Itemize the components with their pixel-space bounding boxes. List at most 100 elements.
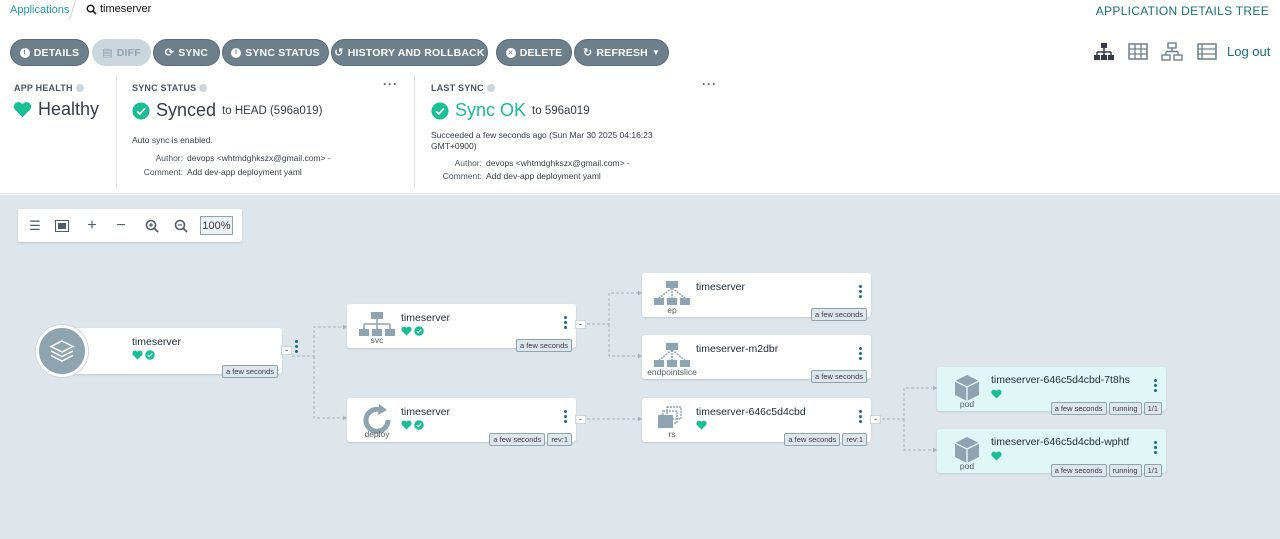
sync-status-value-row: Synced to HEAD (596a019) bbox=[132, 100, 322, 121]
check-circle-icon bbox=[132, 101, 150, 120]
health-icons bbox=[991, 389, 1002, 399]
check-circle-icon bbox=[414, 420, 424, 430]
help-icon[interactable] bbox=[486, 84, 495, 92]
author-label: Author: bbox=[155, 153, 183, 163]
collapse-toggle[interactable]: - bbox=[281, 346, 292, 355]
ep-node[interactable]: ep timeserver a few seconds bbox=[642, 273, 871, 321]
heart-icon bbox=[991, 389, 1002, 399]
node-name: timeserver-646c5d4cbd-7t8hs bbox=[991, 374, 1130, 386]
age-tag: a few seconds bbox=[784, 433, 841, 446]
sync-button[interactable]: ⟳ SYNC bbox=[153, 39, 220, 66]
app-root-node[interactable]: timeserver a few seconds - bbox=[36, 325, 298, 378]
revision-tag: rev:1 bbox=[842, 433, 867, 446]
node-menu-icon[interactable] bbox=[564, 410, 568, 423]
node-tags: a few seconds bbox=[516, 339, 572, 352]
history-rollback-button[interactable]: ↺ HISTORY AND ROLLBACK bbox=[331, 39, 488, 66]
node-menu-icon[interactable] bbox=[1154, 441, 1158, 454]
heart-icon bbox=[696, 420, 707, 430]
network-view-icon[interactable] bbox=[1161, 42, 1183, 62]
search-icon bbox=[86, 4, 97, 15]
node-kind: svc bbox=[370, 335, 384, 345]
age-tag: a few seconds bbox=[811, 308, 867, 321]
node-name: timeserver bbox=[696, 281, 746, 293]
toolbar: i DETAILS ▤ DIFF ⟳ SYNC i SYNC STATUS ↺ HISTO… bbox=[0, 37, 1280, 67]
more-options-icon[interactable]: ··· bbox=[702, 77, 717, 91]
caret-down-icon: ▼ bbox=[651, 48, 661, 57]
app-health-title-text: APP HEALTH bbox=[14, 83, 73, 93]
health-sync-icons bbox=[132, 350, 155, 360]
more-options-icon[interactable]: ··· bbox=[383, 77, 398, 91]
tree-view-icon[interactable] bbox=[1093, 42, 1115, 62]
collapse-toggle[interactable]: - bbox=[870, 415, 881, 424]
node-menu-icon[interactable] bbox=[859, 347, 863, 360]
refresh-icon: ↻ bbox=[582, 47, 593, 59]
pod-node[interactable]: pod timeserver-646c5d4cbd-7t8hs a few se… bbox=[937, 367, 1166, 415]
logout-link[interactable]: Log out bbox=[1227, 44, 1270, 59]
sync-author-row: Author: devops <whtmdghkszx@gmail.com> - bbox=[129, 153, 331, 163]
comment-label: Comment: bbox=[442, 171, 482, 181]
age-tag: a few seconds bbox=[1050, 402, 1107, 415]
node-kind: endpointslice bbox=[647, 367, 697, 377]
node-name: timeserver-m2dbr bbox=[696, 343, 779, 355]
help-icon[interactable] bbox=[199, 84, 208, 92]
node-menu-icon[interactable] bbox=[859, 285, 863, 298]
node-tags: a few seconds bbox=[811, 370, 867, 383]
node-menu-icon[interactable] bbox=[564, 316, 568, 329]
node-menu-icon[interactable] bbox=[295, 340, 299, 353]
details-label: DETAILS bbox=[33, 46, 80, 59]
breadcrumb-divider bbox=[68, 0, 77, 20]
refresh-label: REFRESH bbox=[596, 46, 648, 59]
node-name: timeserver bbox=[401, 406, 451, 418]
app-node-card[interactable]: timeserver a few seconds bbox=[62, 328, 298, 378]
last-sync-title: LAST SYNC bbox=[431, 83, 495, 93]
info-icon: i bbox=[19, 47, 30, 58]
rs-node[interactable]: rs timeserver-646c5d4cbd a few seconds re… bbox=[642, 398, 881, 446]
top-bar: Applications timeserver APPLICATION DETA… bbox=[0, 0, 1280, 22]
collapse-toggle[interactable]: - bbox=[575, 415, 586, 424]
last-comment-row: Comment: Add dev-app deployment yaml bbox=[428, 171, 601, 181]
refresh-button[interactable]: ↻ REFRESH ▼ bbox=[574, 39, 669, 66]
pods-view-icon[interactable] bbox=[1127, 42, 1149, 62]
check-circle-icon bbox=[431, 101, 449, 120]
details-button[interactable]: i DETAILS bbox=[10, 39, 89, 66]
resource-tree-canvas[interactable]: ☰ + − 100% timeserver a few seconds - sv… bbox=[0, 195, 1280, 539]
endpointslice-node[interactable]: endpointslice timeserver-m2dbr a few sec… bbox=[642, 335, 871, 383]
delete-icon: ✕ bbox=[505, 47, 516, 58]
revision-tag: rev:1 bbox=[547, 433, 572, 446]
node-kind: pod bbox=[959, 461, 975, 471]
divider bbox=[414, 75, 415, 189]
node-name: timeserver-646c5d4cbd-wphtf bbox=[991, 436, 1130, 448]
health-icons bbox=[991, 451, 1002, 461]
breadcrumb-current[interactable]: timeserver bbox=[86, 3, 151, 15]
author-label: Author: bbox=[454, 158, 482, 168]
svc-node[interactable]: svc timeserver a few seconds - bbox=[347, 304, 586, 352]
last-sync-value: Sync OK bbox=[455, 100, 527, 120]
heart-icon bbox=[991, 451, 1002, 461]
pod-node[interactable]: pod timeserver-646c5d4cbd-wphtf a few se… bbox=[937, 429, 1166, 477]
author-value: devops <whtmdghkszx@gmail.com> - bbox=[486, 158, 630, 168]
list-view-icon[interactable] bbox=[1196, 42, 1218, 62]
node-name: timeserver-646c5d4cbd bbox=[696, 406, 806, 418]
sync-comment-row: Comment: Add dev-app deployment yaml bbox=[129, 167, 302, 177]
sync-status-title-text: SYNC STATUS bbox=[132, 83, 197, 93]
author-value: devops <whtmdghkszx@gmail.com> - bbox=[187, 153, 331, 163]
deploy-node[interactable]: deploy timeserver a few seconds rev:1 - bbox=[347, 398, 586, 446]
node-tags: a few seconds rev:1 bbox=[784, 433, 867, 446]
age-tag: a few seconds bbox=[516, 339, 572, 352]
heart-icon bbox=[13, 102, 32, 118]
breadcrumb-applications[interactable]: Applications bbox=[10, 4, 69, 16]
ready-tag: 1/1 bbox=[1143, 464, 1162, 477]
last-author-row: Author: devops <whtmdghkszx@gmail.com> - bbox=[428, 158, 630, 168]
node-menu-icon[interactable] bbox=[1154, 379, 1158, 392]
age-tag: a few seconds bbox=[489, 433, 546, 446]
delete-label: DELETE bbox=[519, 46, 563, 59]
sync-status-value: Synced bbox=[156, 100, 217, 120]
delete-button[interactable]: ✕ DELETE bbox=[496, 39, 572, 66]
collapse-toggle[interactable]: - bbox=[575, 320, 586, 329]
comment-value: Add dev-app deployment yaml bbox=[187, 167, 302, 177]
node-menu-icon[interactable] bbox=[859, 410, 863, 423]
app-health-title: APP HEALTH bbox=[14, 83, 84, 93]
diff-button[interactable]: ▤ DIFF bbox=[92, 39, 151, 66]
help-icon[interactable] bbox=[75, 84, 84, 92]
sync-status-button[interactable]: i SYNC STATUS bbox=[222, 39, 329, 66]
